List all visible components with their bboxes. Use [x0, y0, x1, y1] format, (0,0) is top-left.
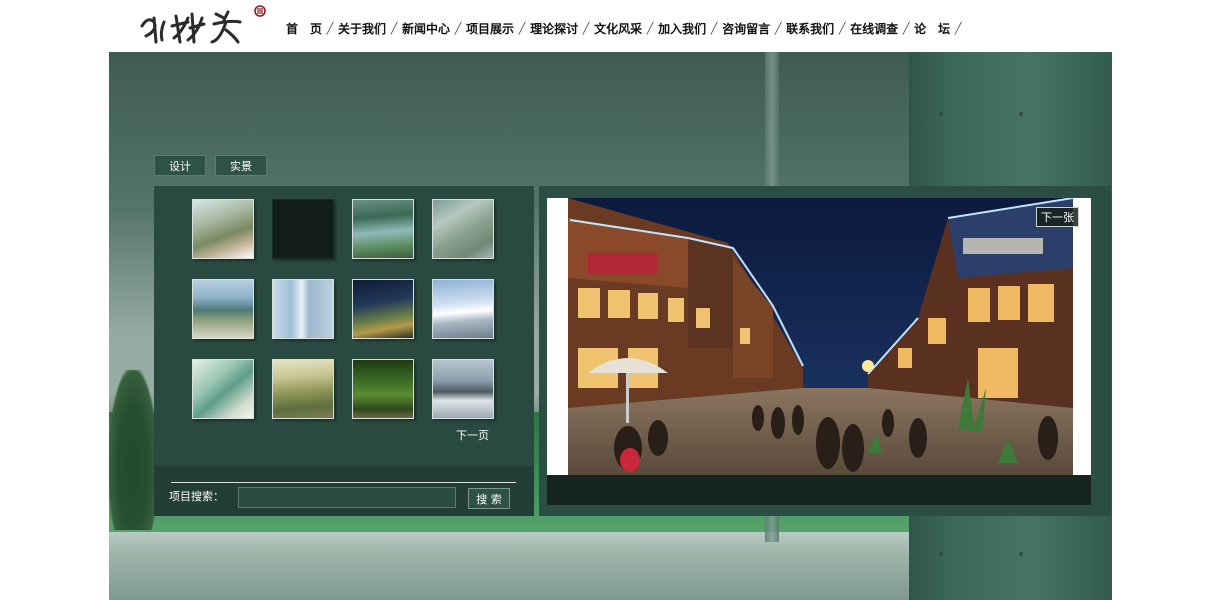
tab-design[interactable]: 设计 — [154, 155, 206, 176]
nav-separator: ╱ — [326, 21, 334, 35]
nav-separator: ╱ — [518, 21, 526, 35]
nav-item: 加入我们 ╱ — [658, 19, 722, 37]
aerial-masterplan-thumbnail[interactable] — [432, 199, 494, 259]
nav-item: 在线调查 ╱ — [850, 19, 914, 37]
exhibition-hall-thumbnail[interactable] — [432, 279, 494, 339]
nav-item: 理论探讨 ╱ — [530, 19, 594, 37]
site-header: 首 页 ╱ 关于我们 ╱ 新闻中心 ╱ 项目展示 ╱ 理论探讨 ╱ 文化风采 ╱ 加入我们 ╱ 咨询留言 ╱ 联… — [0, 0, 1222, 52]
site-plan-thumbnail[interactable] — [192, 359, 254, 419]
project-search-input[interactable] — [238, 487, 456, 508]
nav-link[interactable]: 首 页 — [286, 20, 322, 37]
nav-item: 咨询留言 ╱ — [722, 19, 786, 37]
thumbnail-panel: 下一页 项目搜索： 搜 索 — [154, 186, 534, 516]
blank-thumbnail[interactable] — [272, 199, 334, 259]
night-complex-thumbnail[interactable] — [352, 279, 414, 339]
search-button[interactable]: 搜 索 — [468, 488, 510, 509]
nav-item: 文化风采 ╱ — [594, 19, 658, 37]
nav-separator: ╱ — [838, 21, 846, 35]
search-label: 项目搜索： — [169, 490, 224, 503]
nav-separator: ╱ — [454, 21, 462, 35]
nav-link[interactable]: 新闻中心 — [402, 20, 450, 37]
nav-link[interactable]: 论 坛 — [914, 20, 950, 37]
nav-link[interactable]: 文化风采 — [594, 20, 642, 37]
nav-item: 关于我们 ╱ — [338, 19, 402, 37]
towers-thumbnail[interactable] — [272, 279, 334, 339]
nav-link[interactable]: 理论探讨 — [530, 20, 578, 37]
modern-building-thumbnail[interactable] — [432, 359, 494, 419]
nav-separator: ╱ — [390, 21, 398, 35]
nav-separator: ╱ — [954, 21, 962, 35]
next-image-button[interactable]: 下一张 — [1036, 207, 1079, 227]
nav-item: 联系我们 ╱ — [786, 19, 850, 37]
divider-line — [171, 482, 516, 483]
calligraphy-logo-icon — [140, 5, 266, 44]
night-street-rendering[interactable] — [568, 198, 1073, 475]
nav-link[interactable]: 在线调查 — [850, 20, 898, 37]
nav-link[interactable]: 加入我们 — [658, 20, 706, 37]
image-viewer — [539, 186, 1111, 516]
trees-decoration — [109, 370, 157, 530]
nav-link[interactable]: 项目展示 — [466, 20, 514, 37]
nav-link[interactable]: 联系我们 — [786, 20, 834, 37]
town-aerial-thumbnail[interactable] — [272, 359, 334, 419]
project-search-bar: 项目搜索： 搜 索 — [154, 466, 534, 516]
nav-separator: ╱ — [710, 21, 718, 35]
nav-link[interactable]: 咨询留言 — [722, 20, 770, 37]
nav-separator: ╱ — [646, 21, 654, 35]
nav-item: 新闻中心 ╱ — [402, 19, 466, 37]
aerial-resort-thumbnail[interactable] — [192, 199, 254, 259]
thumbnail-grid — [192, 199, 496, 419]
nav-item: 项目展示 ╱ — [466, 19, 530, 37]
nav-separator: ╱ — [774, 21, 782, 35]
nav-link[interactable]: 关于我们 — [338, 20, 386, 37]
viewer-frame — [547, 198, 1091, 475]
tab-real-scene[interactable]: 实景 — [215, 155, 267, 176]
nav-separator: ╱ — [582, 21, 590, 35]
site-logo[interactable] — [136, 4, 268, 48]
nav-item: 论 坛 ╱ — [914, 19, 966, 37]
main-nav: 首 页 ╱ 关于我们 ╱ 新闻中心 ╱ 项目展示 ╱ 理论探讨 ╱ 文化风采 ╱ 加入我们 ╱ 咨询留言 ╱ 联… — [286, 19, 966, 37]
nav-item: 首 页 ╱ — [286, 19, 338, 37]
forest-walkway-thumbnail[interactable] — [352, 359, 414, 419]
nav-separator: ╱ — [902, 21, 910, 35]
category-tabs: 设计 实景 — [154, 155, 267, 176]
next-page-link[interactable]: 下一页 — [456, 427, 489, 443]
wetland-thumbnail[interactable] — [192, 279, 254, 339]
viewer-caption-bar — [547, 475, 1091, 505]
lakeside-plan-thumbnail[interactable] — [352, 199, 414, 259]
